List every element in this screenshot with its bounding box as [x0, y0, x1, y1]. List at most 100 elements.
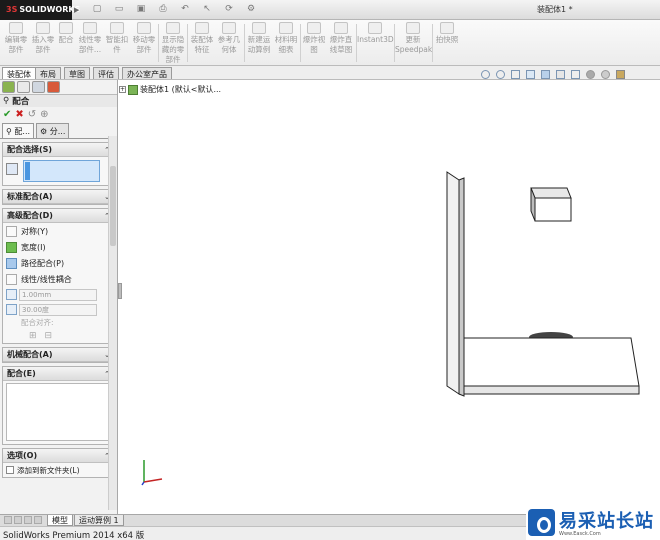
heads-up-view-toolbar	[481, 70, 625, 79]
tab-mates[interactable]: ⚲ 配...	[2, 123, 35, 138]
symmetric-mate-option[interactable]: 对称(Y)	[3, 223, 114, 239]
mate-selections-header[interactable]: 配合选择(S)⌃	[3, 143, 114, 157]
insert-component-button[interactable]: 插入零 部件	[30, 22, 56, 64]
tab-sketch[interactable]: 草图	[64, 67, 90, 79]
advanced-mates-header[interactable]: 高级配合(D)⌃	[3, 209, 114, 223]
zoom-to-area-icon[interactable]	[496, 70, 505, 79]
tab-motion-study-1[interactable]: 运动算例 1	[74, 515, 124, 526]
explode-line-label-2: 线草图	[329, 45, 353, 54]
quick-access-toolbar: ▢ ▭ ▣ ⎙ ↶ ↖ ⟳ ⚙	[90, 4, 258, 15]
app-logo[interactable]: 3S SOLIDWORKS	[0, 0, 80, 20]
edit-component-icon	[9, 22, 23, 34]
move-component-button[interactable]: 移动零 部件	[130, 22, 158, 64]
tab-layout[interactable]: 布局	[35, 67, 61, 79]
rebuild-icon[interactable]: ⟳	[222, 4, 236, 15]
angle-input[interactable]	[19, 303, 97, 316]
smart-fasteners-icon	[110, 22, 124, 34]
tab-analysis[interactable]: ⚙ 分...	[36, 123, 70, 138]
mates-list-box[interactable]	[6, 383, 111, 441]
linear-coupler-option[interactable]: 线性/线性耦合	[3, 271, 114, 287]
undo-icon[interactable]: ↶	[178, 4, 192, 15]
linear-pattern-button[interactable]: 线性零 部件...	[76, 22, 104, 64]
options-icon[interactable]: ⚙	[244, 4, 258, 15]
last-tab-icon[interactable]	[34, 516, 42, 524]
panel-splitter-grip[interactable]	[118, 283, 122, 299]
update-speedpak-button[interactable]: 更新 Speedpak	[395, 22, 432, 64]
display-style-icon[interactable]	[556, 70, 565, 79]
aligned-icon[interactable]: ⊞	[29, 331, 37, 341]
cancel-x-icon[interactable]: ✖	[15, 109, 23, 120]
hide-show-items-icon[interactable]	[571, 70, 580, 79]
snapshot-icon	[440, 22, 454, 34]
options-header[interactable]: 选项(O)⌃	[3, 449, 114, 463]
open-document-icon[interactable]: ▭	[112, 4, 126, 15]
distance-input[interactable]	[19, 288, 97, 301]
assembly-features-label: 装配体	[190, 35, 214, 44]
display-manager-tab-icon[interactable]	[47, 81, 60, 93]
select-icon[interactable]: ↖	[200, 4, 214, 15]
feature-tree-root[interactable]: + 装配体1 (默认<默认...	[119, 84, 221, 95]
explode-line-sketch-button[interactable]: 爆炸直 线草图	[327, 22, 355, 64]
assembly-features-button[interactable]: 装配体 特征	[189, 22, 215, 64]
instant3d-button[interactable]: Instant3D	[357, 22, 394, 64]
show-hidden-label-3: 部件	[165, 55, 181, 64]
new-motion-study-button[interactable]: 新建运 动算例	[245, 22, 273, 64]
entities-to-mate-field[interactable]	[23, 160, 100, 182]
view-orientation-icon[interactable]	[541, 70, 550, 79]
first-tab-icon[interactable]	[4, 516, 12, 524]
ok-check-icon[interactable]: ✔	[3, 109, 11, 120]
previous-view-icon[interactable]	[511, 70, 520, 79]
model-canvas	[446, 171, 640, 397]
tab-evaluate[interactable]: 评估	[93, 67, 119, 79]
show-hidden-components-button[interactable]: 显示隐 藏的零 部件	[160, 22, 186, 64]
tab-office-products[interactable]: 办公室产品	[122, 67, 172, 79]
path-mate-option[interactable]: 路径配合(P)	[3, 255, 114, 271]
expand-toggle-icon[interactable]: +	[119, 86, 126, 93]
panel-scrollbar[interactable]	[108, 136, 117, 510]
new-document-icon[interactable]: ▢	[90, 4, 104, 15]
symmetric-label: 对称(Y)	[21, 226, 49, 236]
smart-fasteners-button[interactable]: 智能扣件	[104, 22, 130, 64]
feature-manager-tab-icon[interactable]	[2, 81, 15, 93]
view-settings-icon[interactable]	[616, 70, 625, 79]
width-mate-option[interactable]: 宽度(I)	[3, 239, 114, 255]
edit-component-button[interactable]: 编辑零 部件	[2, 22, 30, 64]
take-snapshot-button[interactable]: 拍快照	[433, 22, 461, 64]
appearance-icon[interactable]	[586, 70, 595, 79]
mate-button[interactable]: 配合	[56, 22, 76, 64]
exploded-view-button[interactable]: 爆炸视图	[301, 22, 327, 64]
print-icon[interactable]: ⎙	[156, 4, 170, 15]
tab-assembly[interactable]: 装配体	[2, 67, 36, 79]
logo-menu-arrow-icon[interactable]: ▶	[74, 6, 79, 14]
tab-mates-label: 配...	[14, 127, 31, 136]
tab-model[interactable]: 模型	[47, 515, 73, 526]
smart-fasteners-label: 智能扣	[105, 35, 129, 44]
anti-aligned-icon[interactable]: ⊟	[45, 331, 53, 341]
zoom-to-fit-icon[interactable]	[481, 70, 490, 79]
standard-mates-header[interactable]: 标准配合(A)⌄	[3, 190, 114, 204]
graphics-area[interactable]	[119, 80, 660, 514]
bill-of-materials-button[interactable]: 材料明 细表	[273, 22, 299, 64]
tab-analysis-label: 分...	[49, 127, 66, 136]
section-view-icon[interactable]	[526, 70, 535, 79]
property-manager-tab-icon[interactable]	[17, 81, 30, 93]
triad-x-axis	[143, 478, 163, 483]
pushpin-icon[interactable]: ⊕	[40, 109, 48, 120]
standard-mates-group: 标准配合(A)⌄	[2, 189, 115, 205]
mechanical-mates-header[interactable]: 机械配合(A)⌄	[3, 348, 114, 362]
vertical-plate-edge	[458, 177, 465, 397]
save-icon[interactable]: ▣	[134, 4, 148, 15]
distance-icon	[6, 289, 17, 300]
configuration-manager-tab-icon[interactable]	[32, 81, 45, 93]
scene-icon[interactable]	[601, 70, 610, 79]
explode-line-label: 爆炸直	[329, 35, 353, 44]
mates-list-header[interactable]: 配合(E)⌃	[3, 367, 114, 381]
insert-component-icon	[36, 22, 50, 34]
reference-geometry-button[interactable]: 参考几 何体	[215, 22, 243, 64]
add-to-folder-option[interactable]: 添加到新文件夹(L)	[3, 463, 114, 477]
next-tab-icon[interactable]	[24, 516, 32, 524]
add-to-folder-checkbox[interactable]	[6, 466, 14, 474]
undo-icon[interactable]: ↺	[28, 109, 36, 120]
previous-tab-icon[interactable]	[14, 516, 22, 524]
linear-coupler-label: 线性/线性耦合	[21, 274, 72, 284]
